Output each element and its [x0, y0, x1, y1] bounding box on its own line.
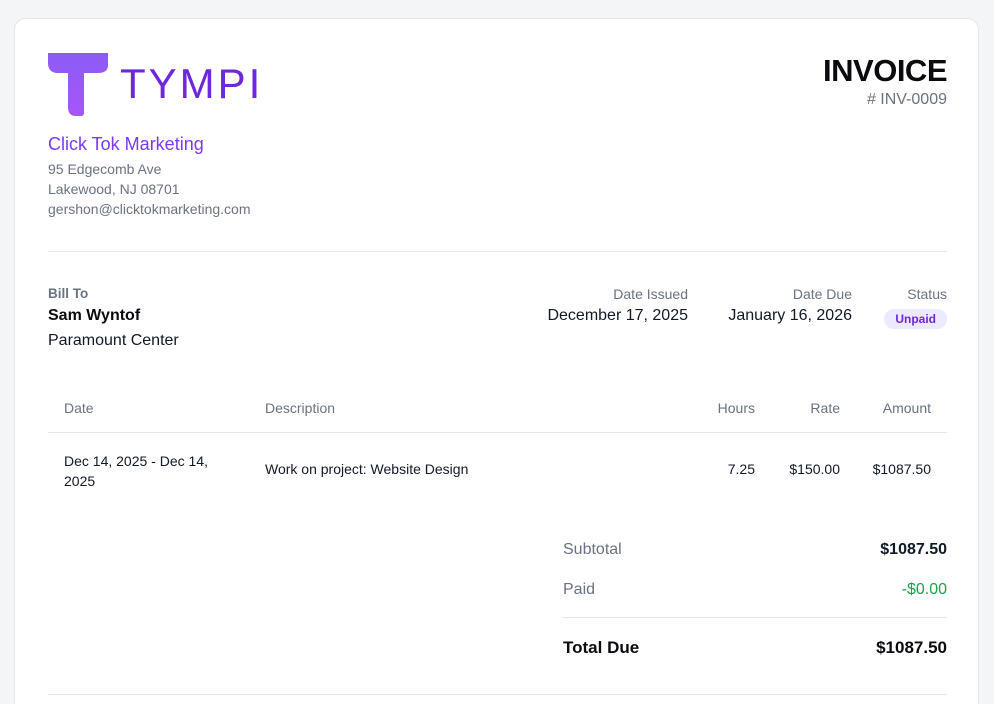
col-header-rate: Rate: [810, 400, 840, 416]
status-label: Status: [907, 286, 947, 302]
tympi-logo: TYMPI: [48, 51, 260, 117]
header-divider: [48, 251, 947, 252]
invoice-number: # INV-0009: [866, 91, 947, 108]
col-header-hours: Hours: [717, 400, 755, 416]
col-header-date: Date: [64, 400, 94, 416]
row-description: Work on project: Website Design: [265, 461, 469, 477]
date-issued-label: Date Issued: [613, 286, 688, 302]
company-name: Click Tok Marketing: [48, 134, 204, 154]
paid-value: -$0.00: [901, 581, 947, 598]
invoice-title: INVOICE: [823, 53, 947, 88]
subtotal-label: Subtotal: [563, 541, 622, 558]
subtotal-value: $1087.50: [880, 541, 947, 558]
status-badge: Unpaid: [884, 309, 947, 329]
invoice-card: TYMPI INVOICE # INV-0009 Click Tok Marke…: [14, 18, 979, 704]
paid-label: Paid: [563, 581, 596, 598]
logo-wordmark: TYMPI: [120, 60, 264, 107]
row-rate: $150.00: [789, 461, 840, 477]
row-amount: $1087.50: [872, 461, 931, 477]
tympi-t-icon: [48, 53, 108, 116]
row-date: Dec 14, 2025 - Dec 14, 2025: [64, 453, 208, 489]
date-due-label: Date Due: [792, 286, 852, 302]
footer-divider: [48, 694, 947, 695]
totals-divider: [563, 617, 947, 618]
table-header-divider: [48, 432, 947, 433]
total-due-value: $1087.50: [876, 638, 947, 657]
total-due-label: Total Due: [563, 638, 640, 657]
company-email: gershon@clicktokmarketing.com: [48, 201, 251, 217]
date-issued-value: December 17, 2025: [547, 307, 688, 324]
bill-to-label: Bill To: [48, 286, 89, 301]
date-due-value: January 16, 2026: [728, 307, 852, 324]
client-name: Sam Wyntof: [48, 307, 141, 324]
client-organization: Paramount Center: [48, 332, 179, 349]
company-address-line1: 95 Edgecomb Ave: [48, 161, 162, 177]
company-address-line2: Lakewood, NJ 08701: [48, 181, 180, 197]
col-header-amount: Amount: [882, 400, 931, 416]
col-header-description: Description: [265, 400, 336, 416]
row-hours: 7.25: [727, 461, 755, 477]
